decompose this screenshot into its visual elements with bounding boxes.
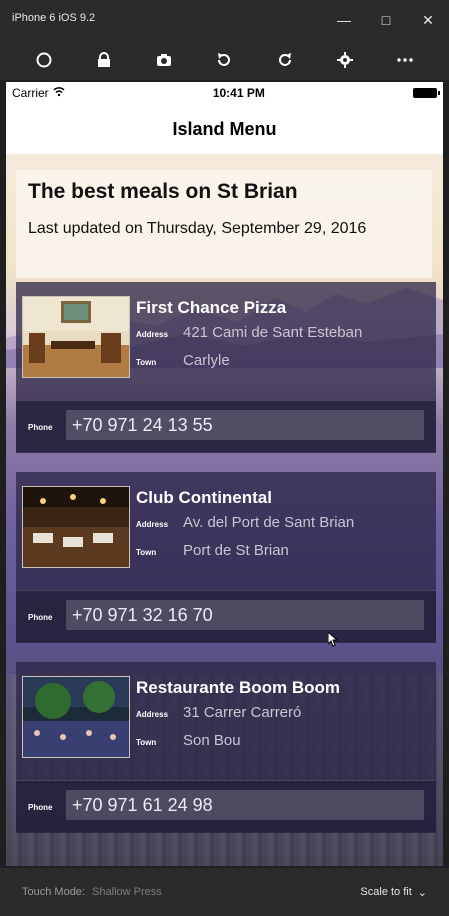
header-title: The best meals on St Brian [28,180,298,203]
device-screen: Carrier 10:41 PM Island Menu The best me… [6,82,443,866]
close-icon[interactable]: ✕ [414,8,442,32]
lock-icon[interactable] [92,48,116,72]
restaurant-name: Club Continental [136,488,272,507]
rotate-left-icon[interactable] [212,48,236,72]
restaurant-address: Av. del Port de Sant Brian [183,514,355,531]
header-subtitle: Last updated on Thursday, September 29, … [28,220,367,237]
restaurant-town: Port de St Brian [183,542,289,559]
page-title: Island Menu [172,118,277,139]
phone-field[interactable]: +70 971 61 24 98 [66,790,424,820]
restaurant-photo [22,296,130,378]
address-label: Address [136,330,169,339]
scale-label: Scale to fit [360,886,412,898]
restaurant-card[interactable]: Restaurante Boom Boom Address 31 Carrer … [16,662,436,833]
scale-dropdown[interactable]: Scale to fit ⌄ [360,886,427,899]
gear-icon[interactable] [333,48,357,72]
restaurant-address: 421 Cami de Sant Esteban [183,324,363,341]
address-label: Address [136,710,169,719]
touch-mode-value[interactable]: Shallow Press [92,886,162,898]
status-time: 10:41 PM [212,86,265,100]
window-title: iPhone 6 iOS 9.2 [12,12,96,24]
town-label: Town [136,548,157,557]
restaurant-card[interactable]: First Chance Pizza Address 421 Cami de S… [16,282,436,453]
rotate-right-icon[interactable] [273,48,297,72]
carrier-label: Carrier [12,86,49,100]
address-label: Address [136,520,169,529]
phone-field[interactable]: +70 971 24 13 55 [66,410,424,440]
chevron-down-icon: ⌄ [417,886,427,899]
town-label: Town [136,358,157,367]
maximize-icon[interactable]: □ [372,8,400,32]
simulator-titlebar: iPhone 6 iOS 9.2 — □ ✕ [0,0,449,40]
simulator-bottom-bar: Touch Mode: Shallow Press Scale to fit ⌄ [0,868,449,916]
phone-field[interactable]: +70 971 32 16 70 [66,600,424,630]
restaurant-name: Restaurante Boom Boom [136,678,341,697]
minimize-icon[interactable]: — [330,8,358,32]
restaurant-name: First Chance Pizza [136,298,287,317]
more-icon[interactable] [393,48,417,72]
restaurant-photo [22,676,130,758]
phone-label: Phone [28,423,53,432]
restaurant-photo [22,486,130,568]
home-circle-icon[interactable] [32,48,56,72]
header-card: The best meals on St Brian Last updated … [16,170,432,278]
mouse-cursor-icon [328,632,338,647]
battery-icon [412,88,440,98]
phone-label: Phone [28,613,53,622]
navigation-bar: Island Menu [6,104,443,155]
status-bar: Carrier 10:41 PM [6,82,443,104]
restaurant-address: 31 Carrer Carreró [183,704,302,721]
restaurant-town: Carlyle [183,352,230,369]
wifi-icon [53,86,65,100]
simulator-toolbar [0,40,449,80]
restaurant-card[interactable]: Club Continental Address Av. del Port de… [16,472,436,643]
phone-label: Phone [28,803,53,812]
camera-icon[interactable] [152,48,176,72]
town-label: Town [136,738,157,747]
restaurant-town: Son Bou [183,732,241,749]
touch-mode-label: Touch Mode: [22,886,85,898]
